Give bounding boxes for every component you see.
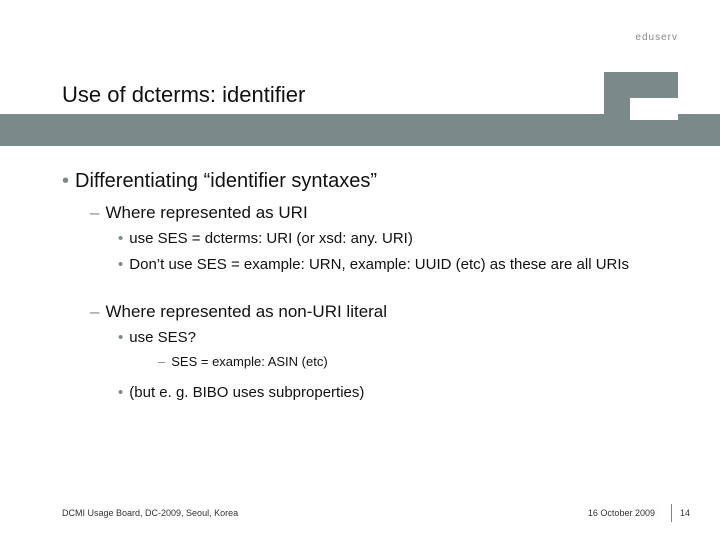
bullet-icon: • bbox=[62, 170, 69, 192]
bullet-l3: • use SES? bbox=[118, 328, 670, 348]
bullet-text: Don’t use SES = example: URN, example: U… bbox=[129, 256, 629, 273]
footer-page: 14 bbox=[680, 508, 690, 518]
bullet-text: Where represented as non-URI literal bbox=[105, 302, 387, 321]
footer-date: 16 October 2009 bbox=[588, 508, 655, 518]
bullet-text: use SES? bbox=[129, 329, 196, 346]
footer-divider bbox=[671, 504, 672, 522]
footer-left: DCMI Usage Board, DC-2009, Seoul, Korea bbox=[62, 508, 588, 518]
bullet-text: Where represented as URI bbox=[105, 203, 307, 222]
slide-title: Use of dcterms: identifier bbox=[62, 82, 720, 108]
bullet-text: (but e. g. BIBO uses subproperties) bbox=[129, 384, 364, 401]
bullet-icon: • bbox=[118, 256, 123, 273]
bullet-text: SES = example: ASIN (etc) bbox=[171, 354, 327, 369]
slide-content: • Differentiating “identifier syntaxes” –… bbox=[62, 170, 670, 409]
bullet-l3: • Don’t use SES = example: URN, example: … bbox=[118, 255, 670, 275]
dash-icon: – bbox=[90, 302, 99, 321]
bullet-l3: • use SES = dcterms: URI (or xsd: any. UR… bbox=[118, 229, 670, 249]
bullet-text: use SES = dcterms: URI (or xsd: any. URI… bbox=[129, 230, 413, 247]
bullet-l2: –Where represented as URI bbox=[90, 203, 670, 223]
bullet-l3: • (but e. g. BIBO uses subproperties) bbox=[118, 383, 670, 403]
bullet-icon: • bbox=[118, 230, 123, 247]
dash-icon: – bbox=[158, 354, 165, 369]
bullet-l4: –SES = example: ASIN (etc) bbox=[158, 354, 670, 369]
bullet-icon: • bbox=[118, 384, 123, 401]
bullet-l2: –Where represented as non-URI literal bbox=[90, 302, 670, 322]
bullet-l1: • Differentiating “identifier syntaxes” bbox=[62, 170, 670, 193]
footer: DCMI Usage Board, DC-2009, Seoul, Korea … bbox=[62, 504, 690, 522]
bullet-icon: • bbox=[118, 329, 123, 346]
title-area: Use of dcterms: identifier bbox=[62, 82, 720, 116]
brand-label: eduserv bbox=[635, 32, 678, 43]
bullet-text: Differentiating “identifier syntaxes” bbox=[75, 170, 377, 192]
dash-icon: – bbox=[90, 203, 99, 222]
